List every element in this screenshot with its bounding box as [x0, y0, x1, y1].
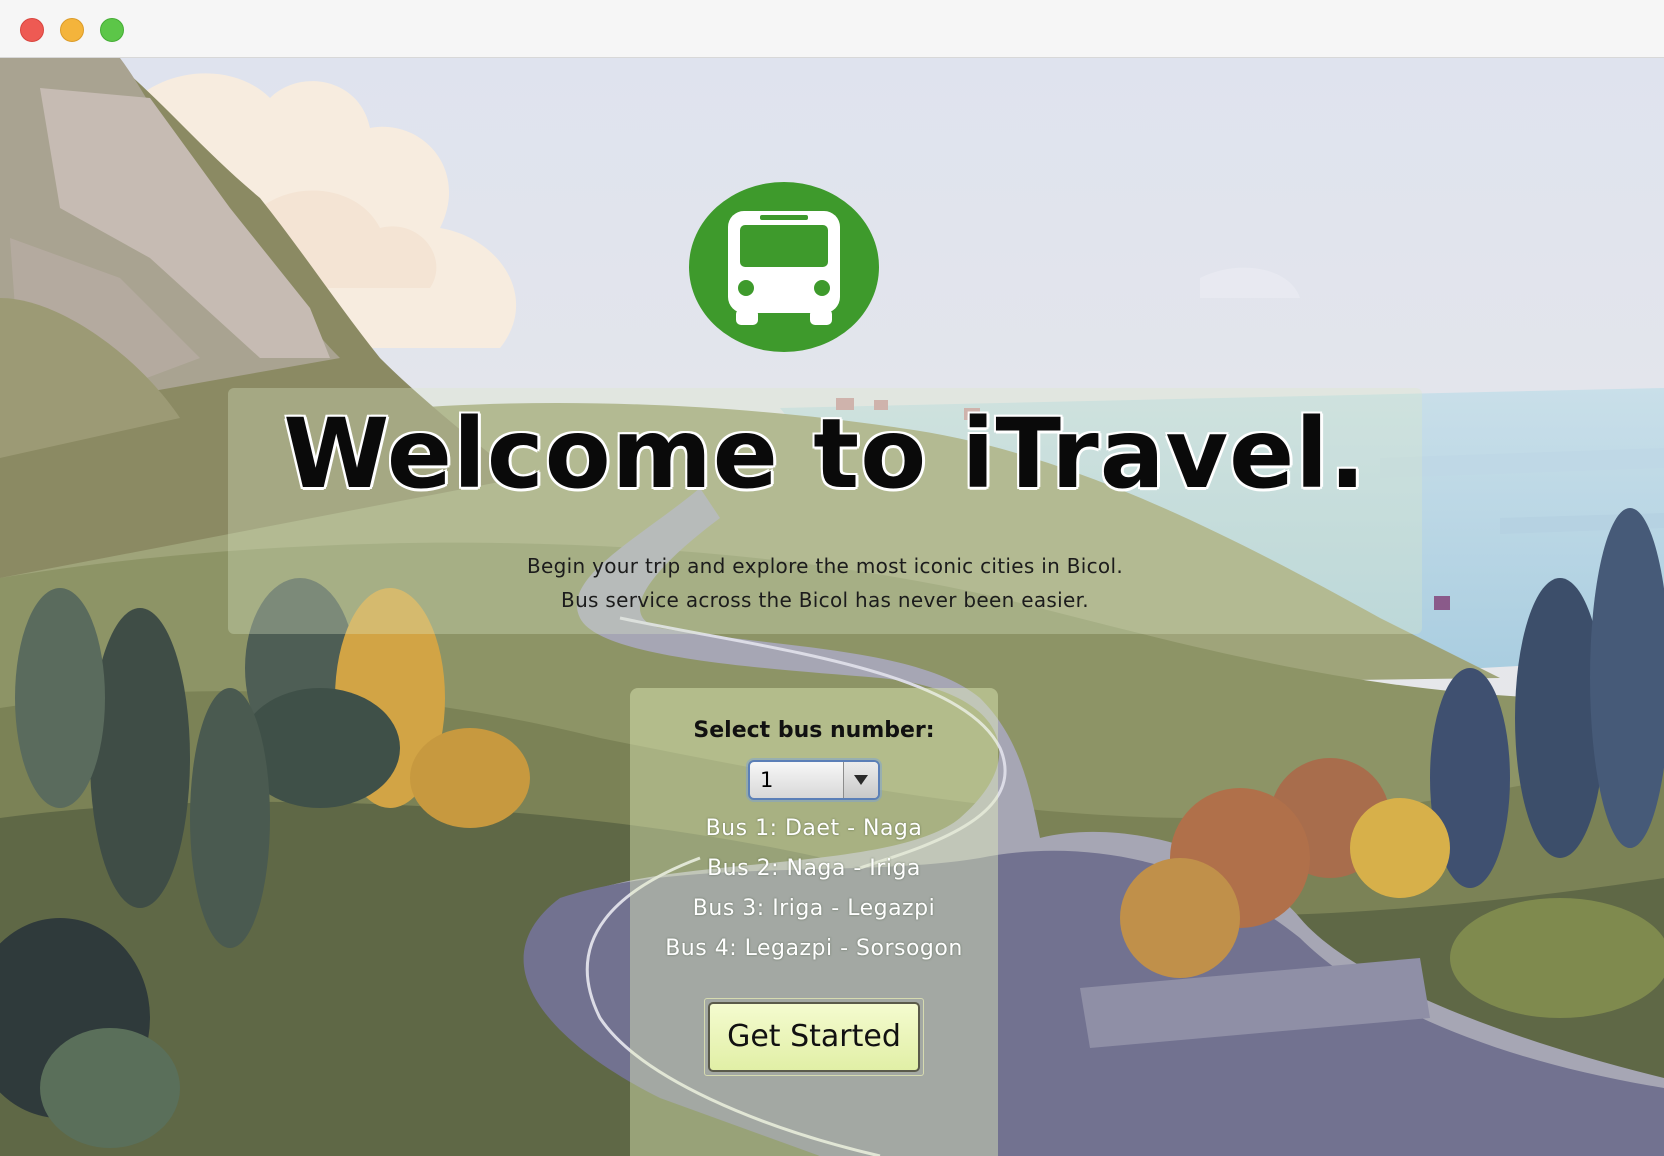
bus-number-selected-value: 1 — [760, 768, 774, 792]
route-info-bus-4: Bus 4: Legazpi - Sorsogon — [665, 936, 963, 961]
subtitle-line-2: Bus service across the Bicol has never b… — [561, 588, 1089, 612]
route-info-bus-1: Bus 1: Daet - Naga — [705, 816, 923, 841]
bus-number-dropdown[interactable]: 1 — [748, 760, 880, 800]
route-info-bus-3: Bus 3: Iriga - Legazpi — [692, 896, 936, 921]
bus-number-label: Select bus number: — [693, 718, 935, 743]
chevron-down-icon — [854, 775, 868, 785]
route-info-bus-2: Bus 2: Naga - Iriga — [707, 856, 921, 881]
minimize-window-button[interactable] — [60, 18, 84, 42]
close-window-button[interactable] — [20, 18, 44, 42]
welcome-screen: Welcome to iTravel. Begin your trip and … — [0, 58, 1664, 1156]
dropdown-arrow-button[interactable] — [843, 762, 878, 798]
bus-icon — [689, 182, 879, 352]
app-window: Welcome to iTravel. Begin your trip and … — [0, 0, 1664, 1156]
title-bar — [0, 0, 1664, 58]
page-title: Welcome to iTravel. — [283, 398, 1367, 510]
subtitle-line-1: Begin your trip and explore the most ico… — [527, 554, 1123, 578]
get-started-button[interactable]: Get Started — [708, 1002, 920, 1072]
maximize-window-button[interactable] — [100, 18, 124, 42]
bus-selection-card — [630, 688, 998, 1156]
